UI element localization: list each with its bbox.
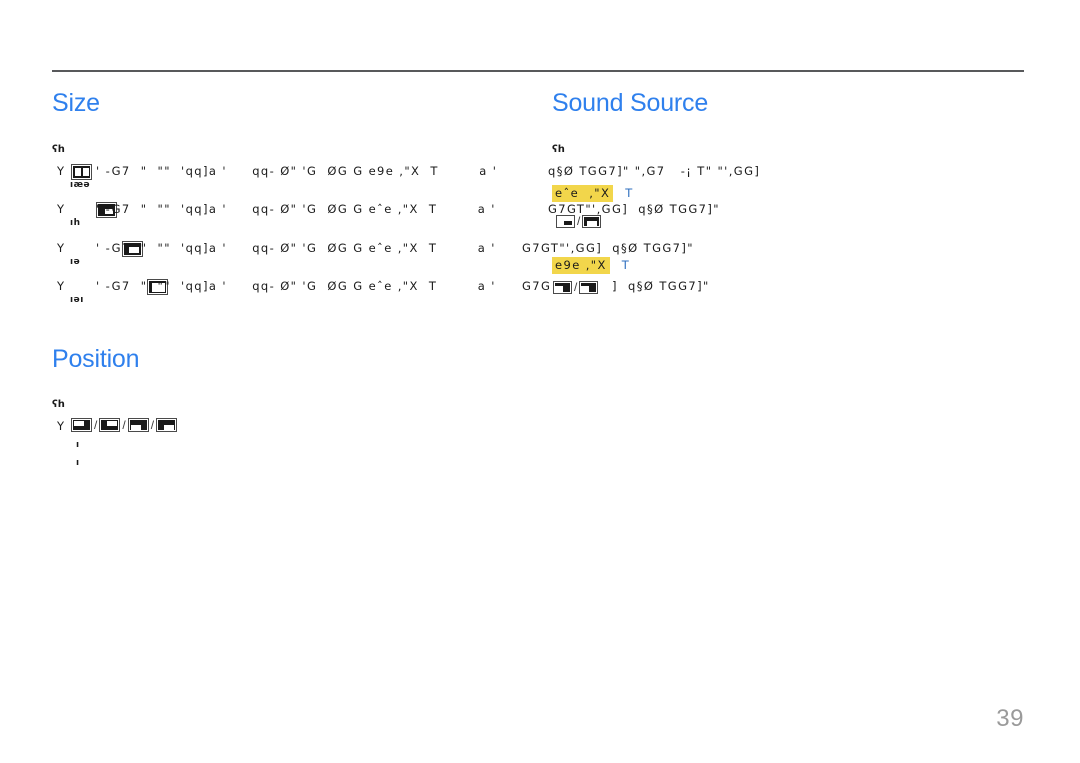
pip-corner-pair-left-icon [553, 280, 572, 294]
pip-position-top-right-icon [99, 418, 121, 432]
size-row-4-sub-marker: ıəı [70, 295, 84, 305]
position-icon-row: / / / [71, 418, 178, 432]
pip-small-bottom-right-outline-icon [556, 214, 575, 228]
position-bullet: Y [57, 419, 66, 433]
sound-source-note-marker: ʕh [552, 144, 565, 155]
sound-icon-pair-1: / [556, 214, 602, 228]
size-section: Size [52, 88, 532, 118]
sound-row-4-text: G7G [522, 279, 552, 293]
size-row-4-bullet: Y [57, 279, 66, 293]
icon-separator-2: / [574, 280, 578, 294]
size-note-marker: ʕh [52, 144, 65, 155]
sound-highlight-1-trailing: T [625, 186, 634, 200]
size-heading: Size [52, 89, 100, 117]
header-rule [52, 70, 1024, 72]
pip-corner-pair-right-icon [579, 280, 599, 294]
sound-highlight-2-trailing: T [621, 258, 631, 272]
position-separator-3: / [150, 418, 155, 432]
sound-source-section: Sound Source [552, 88, 1032, 118]
sound-highlight-1-text: eˆe ,"X [552, 185, 614, 202]
sound-source-heading: Sound Source [552, 89, 709, 117]
size-row-3-text: ' -G7 " "" 'qq]a ' qq- Ø" 'G ØG G eˆe ,"… [96, 241, 496, 255]
manual-page: Size ʕh Y ıæə ' -G7 " "" 'qq]a ' qq- Ø" … [0, 0, 1080, 763]
pip-position-bottom-right-icon [156, 418, 178, 432]
size-row-2-sub-marker: ıh [70, 218, 81, 228]
sound-highlight-2-text: e9e ,"X [552, 257, 610, 274]
icon-separator: / [577, 214, 581, 228]
size-row-2-bullet: Y [57, 202, 66, 216]
sound-highlight-2: e9e ,"X T [552, 257, 631, 274]
sound-row-1-text: q§Ø TGG7]" ",G7 -¡ T" "',GG] [548, 164, 761, 178]
position-separator-1: / [94, 418, 98, 432]
sound-highlight-1: eˆe ,"X T [552, 185, 634, 202]
size-row-2-text: ' -G7 " "" 'qq]a ' qq- Ø" 'G ØG G eˆe ,"… [96, 202, 496, 216]
page-number: 39 [996, 705, 1024, 732]
sound-row-3-text: G7GT"',GG] q§Ø TGG7]" [522, 241, 694, 255]
sound-row-4-tail: ] q§Ø TGG7]" [612, 279, 710, 293]
size-row-1-text: ' -G7 " "" 'qq]a ' qq- Ø" 'G ØG G e9e ,"… [96, 164, 498, 178]
position-section: Position [52, 344, 532, 374]
position-note-marker: ʕh [52, 399, 65, 410]
sound-icon-pair-2: / [553, 280, 599, 294]
position-sub-marker-1: ı [76, 440, 80, 450]
size-row-3-sub-marker: ıə [70, 257, 81, 267]
pip-position-bottom-left-icon [127, 418, 149, 432]
position-separator-2: / [122, 418, 126, 432]
pip-position-top-left-icon [71, 418, 92, 432]
position-heading: Position [52, 345, 140, 373]
size-row-4-text: ' -G7 " "" 'qq]a ' qq- Ø" 'G ØG G eˆe ,"… [96, 279, 496, 293]
pbp-split-screen-icon [71, 163, 92, 180]
size-row-3-bullet: Y [57, 241, 66, 255]
position-sub-marker-2: ı [76, 458, 80, 468]
size-row-1-bullet: Y [57, 164, 66, 178]
pip-small-bottom-left-filled-icon [582, 214, 602, 228]
size-row-1-sub-marker: ıæə [70, 180, 91, 190]
